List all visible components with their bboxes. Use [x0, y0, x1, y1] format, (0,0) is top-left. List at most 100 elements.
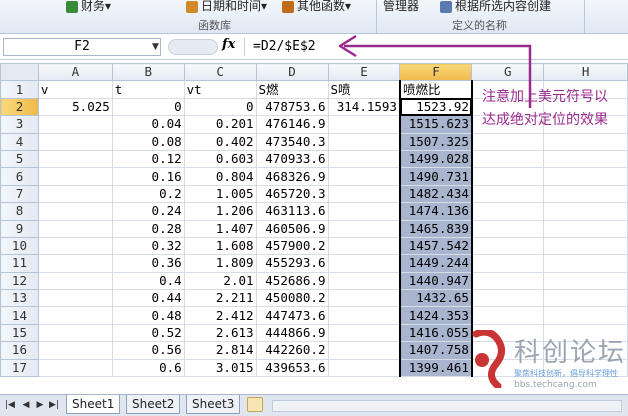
cell-d11[interactable]: 455293.6	[255, 254, 329, 273]
column-header-f[interactable]: F	[399, 62, 473, 82]
cell-g6[interactable]	[471, 167, 545, 186]
cell-f16[interactable]: 1407.758	[398, 341, 473, 360]
cell-d15[interactable]: 444866.9	[255, 323, 329, 343]
cell-a3[interactable]	[37, 115, 113, 134]
cell-e11[interactable]	[327, 254, 401, 273]
cell-c17[interactable]: 3.015	[183, 358, 257, 378]
cell-h7[interactable]	[543, 184, 628, 204]
cell-f9[interactable]: 1465.839	[398, 219, 473, 238]
cell-b12[interactable]: 0.4	[111, 271, 185, 291]
row-header[interactable]: 15	[0, 323, 39, 343]
formula-bar-resize-handle[interactable]	[168, 39, 218, 55]
last-sheet-icon[interactable]: ▶|	[48, 399, 60, 411]
column-header-e[interactable]: E	[327, 62, 401, 82]
cell-c14[interactable]: 2.412	[183, 306, 257, 325]
column-header-h[interactable]: H	[543, 62, 628, 82]
cell-b10[interactable]: 0.32	[111, 236, 185, 256]
cell-e3[interactable]	[327, 115, 401, 134]
cell-e13[interactable]	[327, 289, 401, 308]
cell-f6[interactable]: 1490.731	[398, 167, 473, 186]
cell-b14[interactable]: 0.48	[111, 306, 185, 325]
cell-e9[interactable]	[327, 219, 401, 238]
cell-h6[interactable]	[543, 167, 628, 186]
cell-f12[interactable]: 1440.947	[398, 271, 473, 291]
cell-d7[interactable]: 465720.3	[255, 184, 329, 204]
row-header[interactable]: 17	[0, 358, 39, 378]
cell-d1[interactable]: S燃	[255, 80, 329, 99]
other-function-button[interactable]: 其他函数▾	[282, 0, 351, 13]
cell-a7[interactable]	[37, 184, 113, 204]
cell-f5[interactable]: 1499.028	[398, 149, 473, 169]
cell-h9[interactable]	[543, 219, 628, 238]
cell-e7[interactable]	[327, 184, 401, 204]
cell-a11[interactable]	[37, 254, 113, 273]
row-header[interactable]: 10	[0, 236, 39, 256]
cell-c9[interactable]: 1.407	[183, 219, 257, 238]
column-header-a[interactable]: A	[37, 62, 113, 82]
row-header[interactable]: 3	[0, 115, 39, 134]
cell-a2[interactable]: 5.025	[37, 97, 113, 117]
insert-function-icon[interactable]: fx	[222, 37, 240, 57]
column-header-c[interactable]: C	[183, 62, 257, 82]
cell-c12[interactable]: 2.01	[183, 271, 257, 291]
cell-b3[interactable]: 0.04	[111, 115, 185, 134]
column-header-d[interactable]: D	[255, 62, 329, 82]
cell-f1[interactable]: 喷燃比	[398, 80, 473, 99]
cell-e1[interactable]: S喷	[327, 80, 401, 99]
cell-b5[interactable]: 0.12	[111, 149, 185, 169]
cell-c4[interactable]: 0.402	[183, 132, 257, 151]
cell-h11[interactable]	[543, 254, 628, 273]
cell-b4[interactable]: 0.08	[111, 132, 185, 151]
row-header[interactable]: 8	[0, 202, 39, 221]
cell-a9[interactable]	[37, 219, 113, 238]
cell-d17[interactable]: 439653.6	[255, 358, 329, 378]
cell-e2[interactable]: 314.1593	[327, 97, 401, 117]
cell-g11[interactable]	[471, 254, 545, 273]
cell-b16[interactable]: 0.56	[111, 341, 185, 360]
cell-e12[interactable]	[327, 271, 401, 291]
sheet-tab-2[interactable]: Sheet2	[126, 395, 181, 414]
cell-h5[interactable]	[543, 149, 628, 169]
cell-f7[interactable]: 1482.434	[398, 184, 473, 204]
cell-e6[interactable]	[327, 167, 401, 186]
cell-d4[interactable]: 473540.3	[255, 132, 329, 151]
cell-d8[interactable]: 463113.6	[255, 202, 329, 221]
cell-a4[interactable]	[37, 132, 113, 151]
row-header[interactable]: 5	[0, 149, 39, 169]
cell-a15[interactable]	[37, 323, 113, 343]
cell-d3[interactable]: 476146.9	[255, 115, 329, 134]
name-manager-button[interactable]: 管理器	[383, 0, 419, 13]
name-box[interactable]: F2	[3, 38, 161, 56]
cell-e10[interactable]	[327, 236, 401, 256]
cell-d13[interactable]: 450080.2	[255, 289, 329, 308]
cell-a12[interactable]	[37, 271, 113, 291]
next-sheet-icon[interactable]: ▶	[34, 399, 46, 411]
cell-a14[interactable]	[37, 306, 113, 325]
row-header[interactable]: 9	[0, 219, 39, 238]
row-header[interactable]: 4	[0, 132, 39, 151]
cell-c2[interactable]: 0	[183, 97, 257, 117]
cell-a16[interactable]	[37, 341, 113, 360]
cell-a5[interactable]	[37, 149, 113, 169]
cell-b2[interactable]: 0	[111, 97, 185, 117]
cell-f15[interactable]: 1416.055	[398, 323, 473, 343]
cell-h8[interactable]	[543, 202, 628, 221]
row-header[interactable]: 12	[0, 271, 39, 291]
sheet-tab-3[interactable]: Sheet3	[186, 395, 241, 414]
cell-b17[interactable]: 0.6	[111, 358, 185, 378]
cell-g13[interactable]	[471, 289, 545, 308]
cell-a17[interactable]	[37, 358, 113, 378]
sheet-tab-1[interactable]: Sheet1	[66, 395, 121, 414]
cell-e4[interactable]	[327, 132, 401, 151]
cell-d14[interactable]: 447473.6	[255, 306, 329, 325]
select-all-corner[interactable]	[0, 62, 39, 82]
cell-e5[interactable]	[327, 149, 401, 169]
cell-d16[interactable]: 442260.2	[255, 341, 329, 360]
cell-c13[interactable]: 2.211	[183, 289, 257, 308]
cell-d9[interactable]: 460506.9	[255, 219, 329, 238]
cell-h4[interactable]	[543, 132, 628, 151]
cell-g8[interactable]	[471, 202, 545, 221]
cell-d10[interactable]: 457900.2	[255, 236, 329, 256]
cell-b8[interactable]: 0.24	[111, 202, 185, 221]
cell-b6[interactable]: 0.16	[111, 167, 185, 186]
